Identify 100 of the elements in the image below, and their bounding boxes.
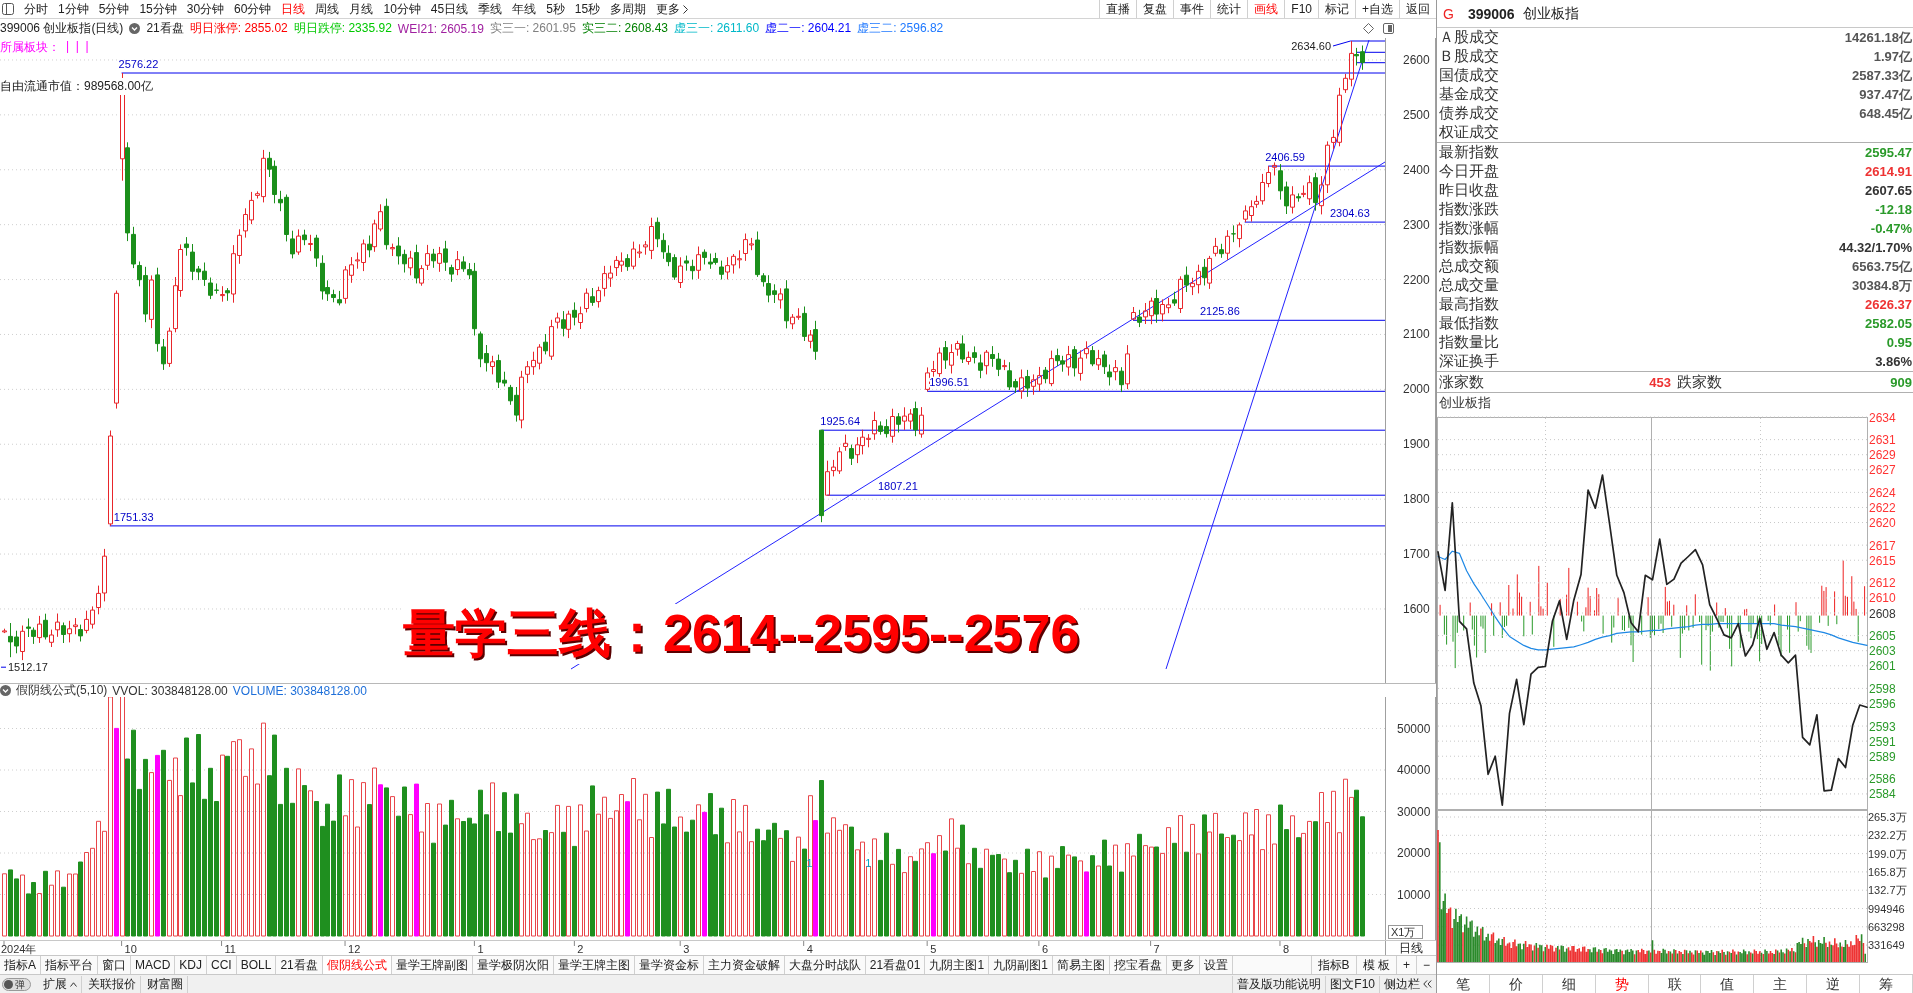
indicator-value: WEI21: 2605.19 bbox=[397, 21, 484, 36]
quote-value: 909 bbox=[1890, 374, 1912, 390]
indicator-name: 21看盘 bbox=[146, 20, 184, 37]
price-axis-label: 2605 bbox=[1869, 629, 1896, 644]
volume-axis-label: 331649 bbox=[1868, 939, 1905, 952]
sector-label: 所属板块： bbox=[0, 39, 60, 56]
quote-label: 涨家数 bbox=[1439, 372, 1484, 392]
price-axis-label: 2600 bbox=[1403, 52, 1430, 67]
price-axis-label: 2634 bbox=[1869, 413, 1896, 425]
indicator-value: VVOL: 303848128.00 bbox=[112, 683, 228, 698]
quote-label: Ｂ股成交 bbox=[1439, 47, 1499, 66]
price-axis-label: 2596 bbox=[1869, 696, 1896, 711]
price-axis-label: 2598 bbox=[1869, 681, 1896, 696]
volume-axis-label: 40000 bbox=[1397, 763, 1431, 777]
date-axis-label: 2 bbox=[577, 943, 584, 955]
indicator-value: 虚二一: 2604.21 bbox=[765, 20, 852, 37]
price-label: 1925.64 bbox=[820, 415, 861, 428]
volume-axis-label: 165.8万 bbox=[1868, 865, 1907, 878]
volume-axis-label: 265.3万 bbox=[1868, 811, 1907, 823]
quote-label: 总成交额 bbox=[1439, 257, 1499, 276]
price-axis-label: 2400 bbox=[1403, 162, 1430, 177]
quote-value: 2607.65 bbox=[1865, 183, 1912, 198]
volume-axis-label: 663298 bbox=[1868, 920, 1905, 933]
quote-value: 2587.33亿 bbox=[1852, 66, 1912, 85]
price-axis-label: 1700 bbox=[1403, 547, 1430, 562]
price-label: 1751.33 bbox=[113, 510, 154, 523]
quote-value: 0.95 bbox=[1886, 335, 1912, 350]
price-axis-label: 2624 bbox=[1869, 485, 1896, 500]
date-axis-label: 6 bbox=[1041, 943, 1048, 955]
quote-value: -12.18 bbox=[1875, 202, 1912, 217]
indicator-value: 虚三一: 2611.60 bbox=[674, 20, 760, 37]
quote-value: -0.47% bbox=[1870, 221, 1912, 236]
quote-value: 2595.47 bbox=[1865, 145, 1912, 160]
quote-label: 最高指数 bbox=[1439, 295, 1499, 314]
price-axis-label: 2612 bbox=[1869, 576, 1896, 591]
date-axis-label: 7 bbox=[1153, 943, 1160, 955]
quote-label: Ａ股成交 bbox=[1439, 28, 1499, 47]
quote-value: 44.32/1.70% bbox=[1839, 240, 1912, 255]
price-axis-label: 2631 bbox=[1869, 433, 1896, 448]
volume-axis-label: 994946 bbox=[1868, 902, 1905, 915]
price-axis-label: 2100 bbox=[1403, 327, 1430, 342]
quote-label: 权证成交 bbox=[1439, 123, 1499, 142]
price-axis-label: 2589 bbox=[1869, 749, 1896, 764]
price-axis-label: 2608 bbox=[1869, 606, 1896, 621]
price-axis-label: 2601 bbox=[1869, 659, 1896, 674]
price-axis-label: 2500 bbox=[1403, 107, 1430, 122]
intraday-title: 创业板指 bbox=[1439, 394, 1491, 412]
quote-label: 指数振幅 bbox=[1439, 238, 1499, 257]
price-axis-label: 2200 bbox=[1403, 272, 1430, 287]
volume-axis-label: 232.2万 bbox=[1868, 829, 1907, 842]
price-label: 2304.63 bbox=[1330, 207, 1370, 220]
quote-label: 今日开盘 bbox=[1439, 162, 1499, 181]
quote-label: 跌家数 bbox=[1677, 372, 1722, 392]
indicator-value: 实三一: 2601.95 bbox=[489, 20, 576, 37]
price-axis-label: 2300 bbox=[1403, 217, 1430, 232]
quote-value: 453 bbox=[1649, 374, 1671, 390]
indicator-value: 明日跌停: 2335.92 bbox=[293, 20, 392, 37]
headline-text: 量学三线：2614--2595--2576 bbox=[403, 604, 1080, 664]
date-axis-label: 12 bbox=[348, 943, 361, 955]
quote-label: 指数涨幅 bbox=[1439, 219, 1499, 238]
sector-separators: | | | bbox=[66, 39, 89, 55]
price-axis-label: 2584 bbox=[1869, 787, 1896, 802]
volume-axis-label: 199.0万 bbox=[1868, 847, 1907, 860]
price-axis-label: 2615 bbox=[1869, 553, 1896, 568]
date-axis-label: 11 bbox=[224, 943, 236, 955]
quote-label: 基金成交 bbox=[1439, 85, 1499, 104]
price-label: 1807.21 bbox=[878, 480, 918, 493]
quote-value: 2626.37 bbox=[1865, 297, 1912, 312]
indicator-title: 假阴线公式(5,10) bbox=[16, 682, 108, 699]
volume-axis-label: 30000 bbox=[1397, 804, 1431, 819]
date-axis-label: 1 bbox=[477, 943, 484, 955]
price-axis-label: 2620 bbox=[1869, 516, 1896, 531]
price-axis-label: 1600 bbox=[1403, 601, 1430, 616]
quote-value: 6563.75亿 bbox=[1852, 257, 1912, 276]
price-axis-label: 2593 bbox=[1869, 719, 1896, 734]
quote-value: 648.45亿 bbox=[1859, 104, 1912, 123]
quote-value: 937.47亿 bbox=[1859, 85, 1912, 104]
indicator-value: 实三二: 2608.43 bbox=[581, 20, 668, 37]
quote-label: 总成交量 bbox=[1439, 276, 1499, 295]
price-axis-label: 2627 bbox=[1869, 463, 1896, 478]
quote-value: 1.97亿 bbox=[1873, 47, 1912, 66]
quote-value: 3.86% bbox=[1875, 354, 1912, 369]
quote-value: 14261.18亿 bbox=[1844, 28, 1912, 47]
unit-label: X1万 bbox=[1388, 925, 1423, 939]
price-axis-label: 2629 bbox=[1869, 448, 1896, 463]
volume-axis-label: 132.7万 bbox=[1868, 884, 1907, 897]
date-axis-label: 2024年 bbox=[1, 943, 37, 955]
price-label: 1512.17 bbox=[8, 661, 48, 674]
indicator-value: VOLUME: 303848128.00 bbox=[232, 683, 367, 698]
price-axis-label: 2586 bbox=[1869, 772, 1896, 787]
price-label: 2634.60 bbox=[1291, 39, 1331, 52]
quote-label: 最新指数 bbox=[1439, 143, 1499, 162]
quote-label: 昨日收盘 bbox=[1439, 181, 1499, 200]
price-axis-label: 1800 bbox=[1403, 492, 1430, 507]
price-axis-label: 2617 bbox=[1869, 538, 1896, 553]
price-axis-label: 2591 bbox=[1869, 734, 1896, 749]
market-letter: G bbox=[1443, 5, 1454, 22]
date-axis-label: 3 bbox=[683, 943, 690, 955]
quote-value: 2582.05 bbox=[1865, 316, 1912, 331]
quote-label: 国债成交 bbox=[1439, 66, 1499, 85]
